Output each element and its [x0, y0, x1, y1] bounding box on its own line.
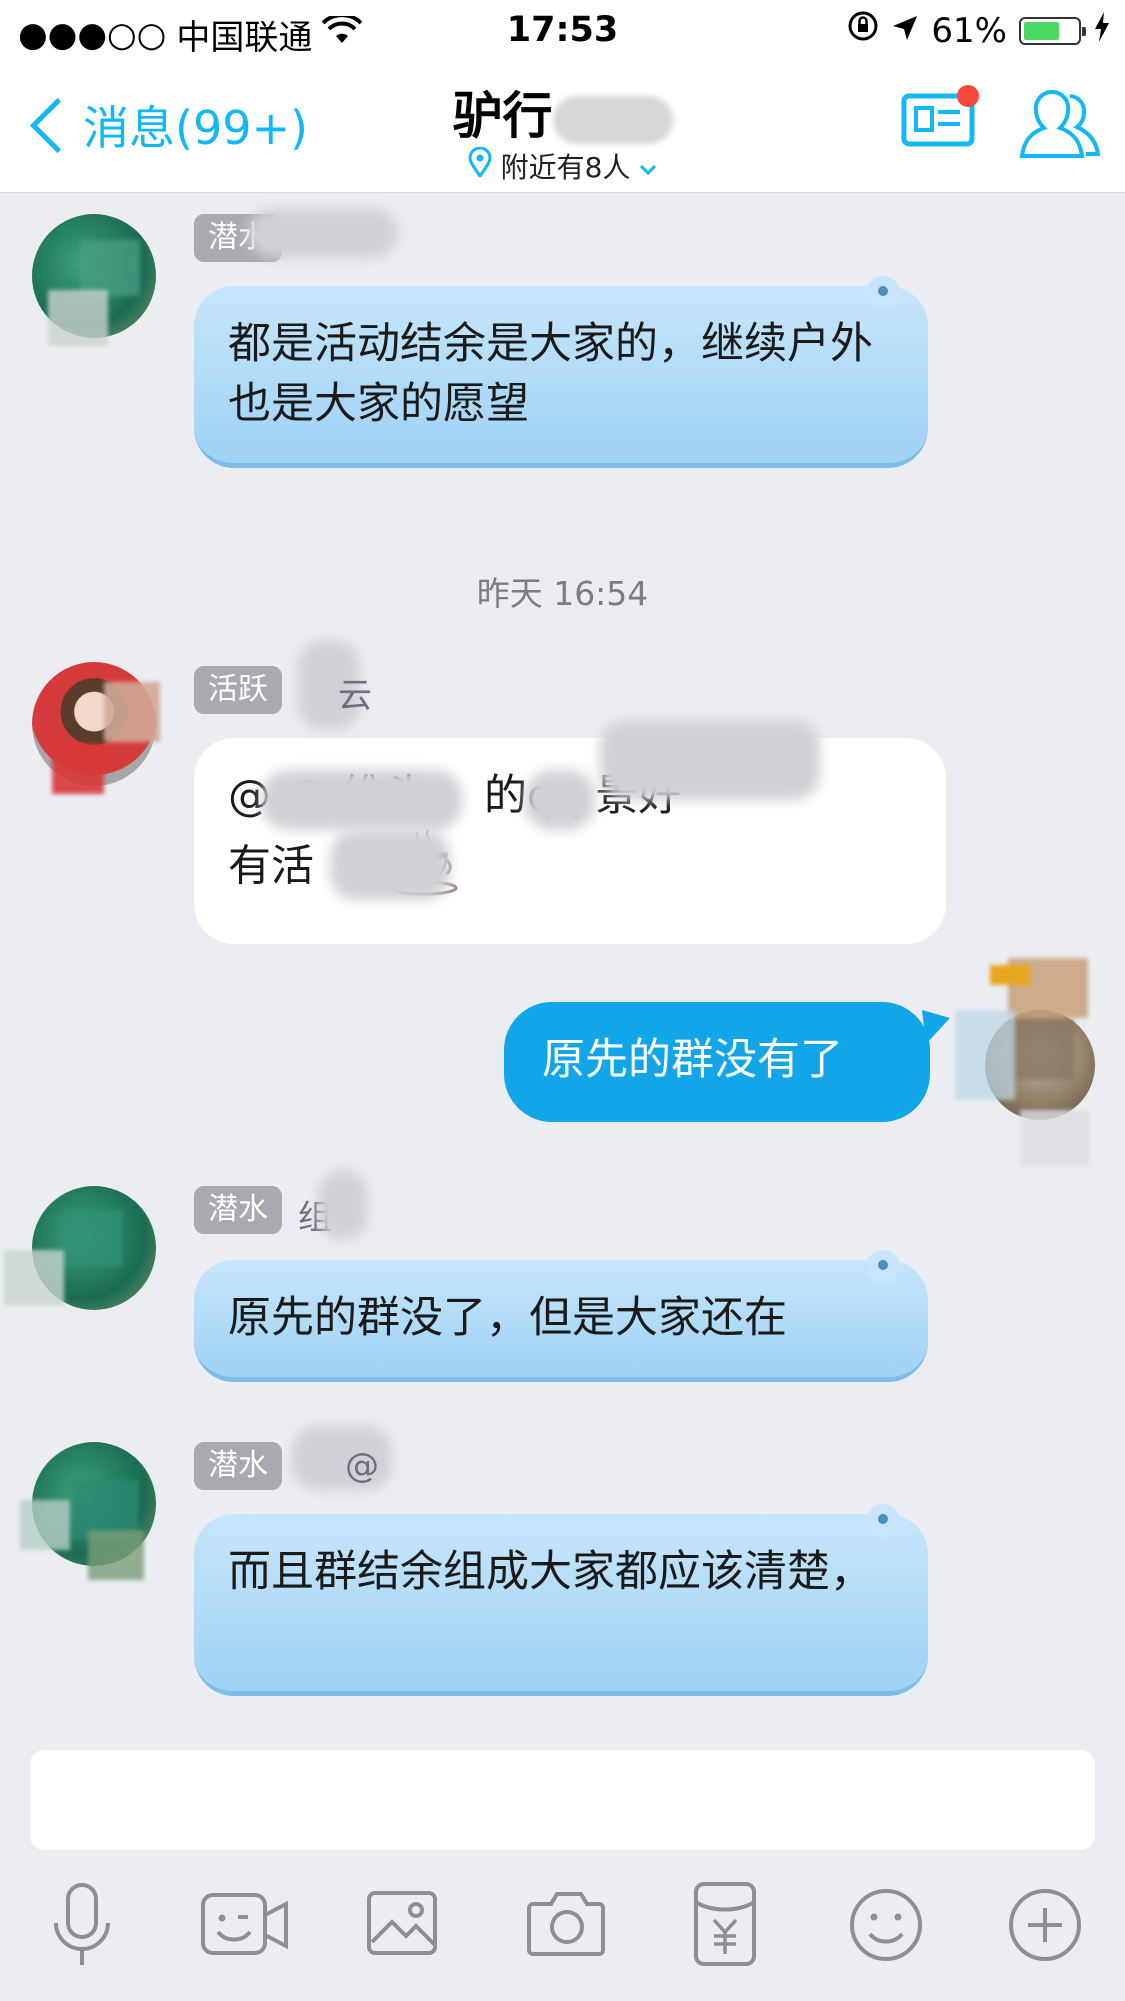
sender-nickname: 云 [338, 676, 372, 716]
message-text: 而且群结余组成大家都应该清楚， [228, 1547, 873, 1597]
member-level-badge: 活跃 [194, 666, 282, 714]
plus-icon[interactable] [1008, 1880, 1098, 1970]
sender-nickname: @ [345, 1446, 379, 1486]
message-text: 原先的群没了，但是大家还在 [228, 1293, 787, 1343]
video-icon[interactable] [200, 1880, 290, 1970]
redacted-text [600, 720, 820, 800]
message-input-field[interactable] [30, 1750, 1095, 1850]
chat-title-text: 驴行 [452, 87, 553, 145]
location-arrow-icon [891, 11, 919, 51]
message-text: 都是活动结余是大家的，继续户外也是大家的愿望 [228, 319, 873, 429]
message-input[interactable] [30, 1750, 1095, 1850]
red-packet-icon[interactable] [690, 1880, 780, 1970]
redacted-text [330, 830, 450, 900]
battery-icon [1019, 16, 1086, 45]
bubble-tail [922, 1010, 950, 1044]
rotation-lock-icon [847, 10, 879, 51]
status-bar: ●●●○○ 中国联通 17:53 61% [0, 0, 1125, 62]
badge-text: 活跃 [208, 672, 268, 707]
emoji-icon[interactable] [846, 1880, 936, 1970]
redacted-title [552, 95, 673, 144]
group-members-icon[interactable] [1018, 82, 1104, 170]
redacted-text [262, 770, 462, 830]
nearby-count: 附近有8人 [500, 151, 631, 184]
nearby-info[interactable]: 附近有8人 [0, 146, 1125, 186]
redacted-nickname [318, 1170, 368, 1240]
redacted-text [525, 770, 595, 830]
image-icon[interactable] [366, 1880, 456, 1970]
bubble-decoration-icon [866, 276, 900, 310]
nav-bar: 消息(99+) 驴行 附近有8人 [0, 62, 1125, 193]
redacted-nickname [248, 208, 398, 258]
group-card-button[interactable] [900, 82, 980, 152]
message-bubble-self[interactable]: 原先的群没有了 [504, 1002, 930, 1122]
message-bubble[interactable]: 而且群结余组成大家都应该清楚， [194, 1504, 928, 1696]
message-bubble[interactable]: 原先的群没了，但是大家还在 [194, 1250, 928, 1382]
camera-icon[interactable] [527, 1880, 617, 1970]
message-bubble[interactable]: @ @ 维头， 的qq 景好 有活 [194, 738, 946, 944]
message-bubble[interactable]: 都是活动结余是大家的，继续户外也是大家的愿望 [194, 276, 928, 468]
location-pin-icon [468, 146, 501, 184]
member-level-badge: 潜水 [194, 1442, 282, 1490]
bubble-decoration-icon [866, 1504, 900, 1538]
timestamp: 昨天 16:54 [476, 574, 649, 613]
bubble-decoration-icon [866, 1250, 900, 1284]
mic-icon[interactable] [37, 1880, 127, 1970]
badge-text: 潜水 [208, 1192, 268, 1227]
charging-icon [1093, 11, 1111, 51]
battery-percent: 61% [931, 10, 1007, 51]
badge-text: 潜水 [208, 1448, 268, 1483]
message-text: 原先的群没有了 [542, 1035, 843, 1085]
input-toolbar [0, 1880, 1125, 1990]
member-level-badge: 潜水 [194, 1186, 282, 1234]
chevron-down-icon [639, 158, 657, 183]
